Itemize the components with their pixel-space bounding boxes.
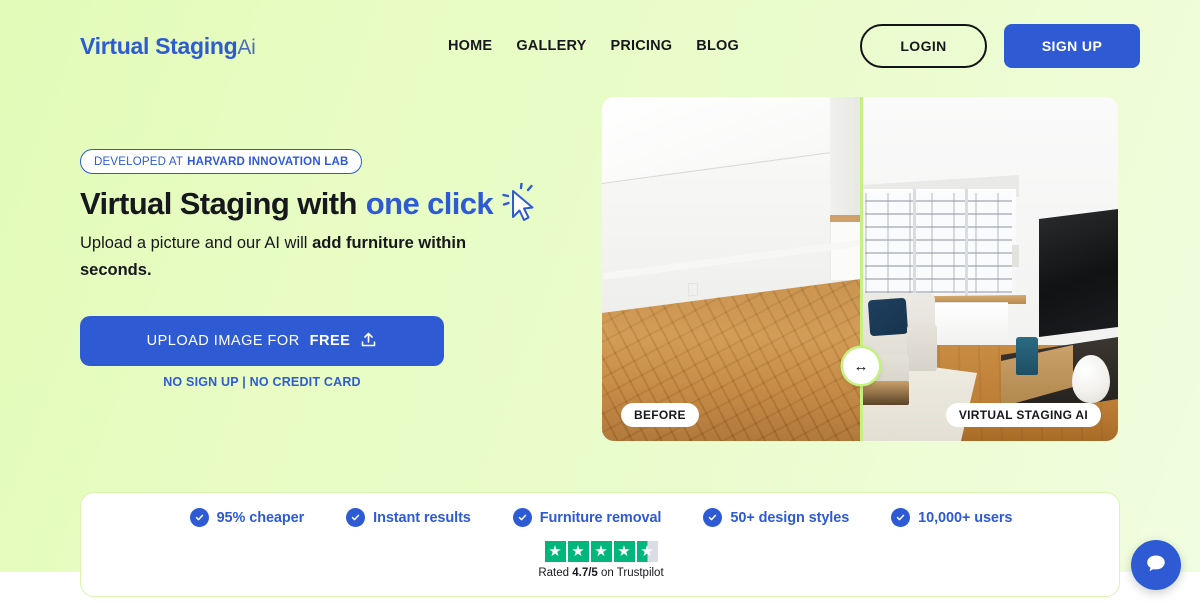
page-subtitle: Upload a picture and our AI will add fur… [80, 230, 510, 284]
feature-item-styles: 50+ design styles [703, 508, 849, 527]
nav-item-gallery[interactable]: GALLERY [516, 38, 586, 54]
logo-text: Virtual Staging [80, 33, 238, 59]
site-header: Virtual StagingAi HOME GALLERY PRICING B… [0, 0, 1200, 92]
rated-prefix: Rated [538, 567, 573, 579]
landing-page: Virtual StagingAi HOME GALLERY PRICING B… [0, 0, 1200, 610]
logo[interactable]: Virtual StagingAi [80, 33, 256, 60]
feature-label: 50+ design styles [730, 509, 850, 526]
before-label: BEFORE [621, 403, 699, 427]
feature-item-removal: Furniture removal [512, 508, 662, 527]
star-icon: ★ [613, 541, 635, 562]
no-signup-note: NO SIGN UP | NO CREDIT CARD [163, 375, 361, 389]
badge-strong: HARVARD INNOVATION LAB [187, 155, 349, 168]
star-icon: ★ [590, 541, 612, 562]
feature-label: 10,000+ users [918, 509, 1013, 526]
features-list: 95% cheaper Instant results Furniture re… [81, 508, 1121, 527]
check-icon [189, 508, 209, 527]
upload-button-label-strong: FREE [309, 333, 351, 349]
page-title: Virtual Staging with one click [80, 183, 543, 225]
logo-suffix: Ai [237, 36, 256, 59]
check-icon [703, 508, 723, 527]
check-icon [891, 508, 911, 527]
nav-item-home[interactable]: HOME [448, 38, 492, 54]
main-nav: HOME GALLERY PRICING BLOG [448, 38, 739, 54]
comparison-divider [860, 97, 863, 441]
star-half-icon: ★ [636, 541, 658, 562]
headline-accent: one click [365, 186, 494, 221]
feature-label: Furniture removal [539, 509, 662, 526]
star-icon: ★ [567, 541, 589, 562]
feature-item-users: 10,000+ users [891, 508, 1013, 527]
rating-score: 4.7/5 [572, 567, 598, 579]
rated-suffix: on Trustpilot [597, 567, 664, 579]
check-icon [512, 508, 532, 527]
check-icon [346, 508, 366, 527]
upload-icon [360, 331, 377, 352]
login-button[interactable]: LOGIN [860, 24, 987, 68]
cursor-click-icon [499, 183, 543, 225]
feature-item-instant: Instant results [346, 508, 471, 527]
upload-image-button[interactable]: UPLOAD IMAGE FOR FREE [80, 316, 444, 366]
after-label: VIRTUAL STAGING AI [945, 403, 1101, 427]
after-image [861, 97, 1118, 441]
nav-item-blog[interactable]: BLOG [696, 38, 739, 54]
upload-button-label: UPLOAD IMAGE FOR [146, 333, 300, 349]
harvard-badge: DEVELOPED AT HARVARD INNOVATION LAB [80, 149, 363, 174]
nav-item-pricing[interactable]: PRICING [610, 38, 672, 54]
comparison-slider-handle[interactable]: ↔ [843, 348, 879, 384]
feature-label: 95% cheaper [216, 509, 305, 526]
subtitle-plain: Upload a picture and our AI will [80, 234, 313, 252]
badge-prefix: DEVELOPED AT [94, 155, 184, 168]
headline-plain: Virtual Staging with [80, 186, 357, 221]
trustpilot-rating: ★ ★ ★ ★ ★ Rated 4.7/5 on Trustpilot [81, 541, 1121, 579]
features-card: 95% cheaper Instant results Furniture re… [80, 492, 1120, 597]
star-rating: ★ ★ ★ ★ ★ [544, 541, 658, 562]
trustpilot-caption: Rated 4.7/5 on Trustpilot [538, 567, 663, 579]
before-image [602, 97, 861, 441]
feature-item-cheaper: 95% cheaper [189, 508, 305, 527]
star-icon: ★ [544, 541, 566, 562]
before-after-comparison[interactable]: ↔ BEFORE VIRTUAL STAGING AI [602, 97, 1118, 441]
signup-button[interactable]: SIGN UP [1004, 24, 1140, 68]
chat-widget-button[interactable] [1131, 540, 1181, 590]
feature-label: Instant results [373, 509, 471, 526]
chat-bubble-icon [1144, 551, 1168, 580]
